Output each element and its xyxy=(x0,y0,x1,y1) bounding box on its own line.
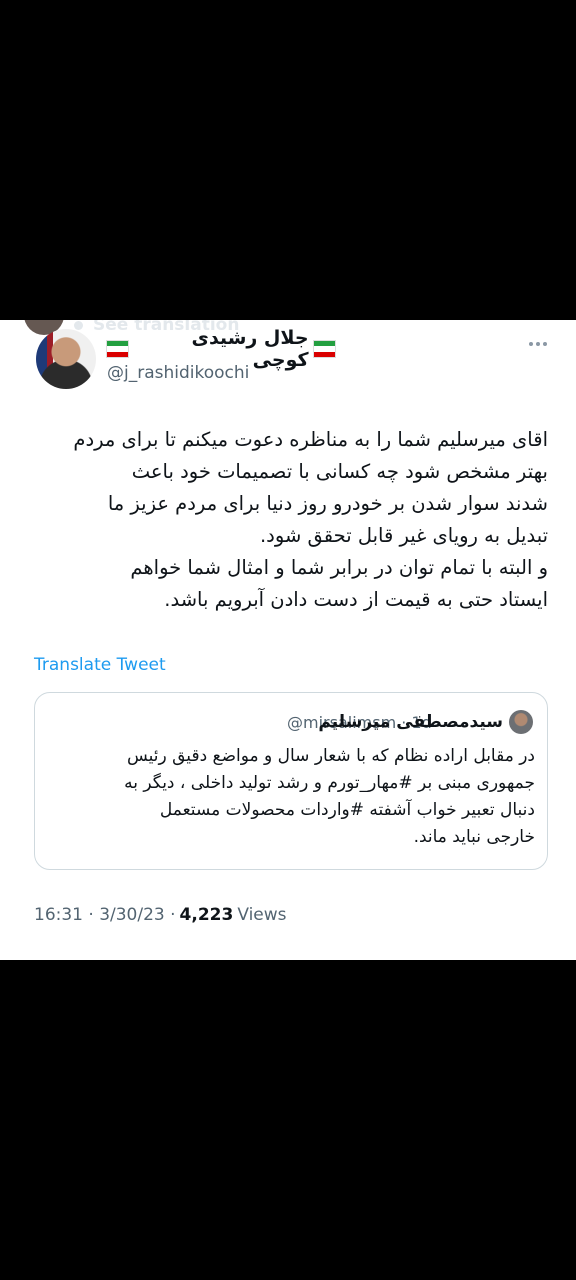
quoted-avatar xyxy=(509,710,533,734)
author-display-name[interactable]: جلال رشیدی کوچی xyxy=(106,327,336,371)
tweet-line: اقای میرسلیم شما را به مناظره دعوت میکنم… xyxy=(73,428,548,451)
author-handle[interactable]: @j_rashidikoochi xyxy=(107,363,249,383)
quoted-line: دنبال تعبیر خواب آشفته #واردات محصولات م… xyxy=(159,800,535,820)
tweet-timestamp[interactable]: 16:31 · 3/30/23 · xyxy=(34,905,176,925)
quoted-line: در مقابل اراده نظام که با شعار سال و موا… xyxy=(126,746,535,766)
quoted-line: خارجی نباید ماند. xyxy=(413,827,535,847)
tweet-text: اقای میرسلیم شما را به مناظره دعوت میکنم… xyxy=(40,424,548,616)
author-avatar[interactable] xyxy=(36,329,96,389)
dot-icon xyxy=(74,320,83,330)
tweet-card: See translation جلال رشیدی کوچی @j_rashi… xyxy=(0,320,576,960)
tweet-line: ایستاد حتی به قیمت از دست دادن آبرویم با… xyxy=(164,588,548,611)
quoted-tweet[interactable]: @mirsalimsm · 1d سیدمصطفی میرسلیم در مقا… xyxy=(34,692,548,870)
views-count: 4,223 xyxy=(179,905,234,925)
views-label: Views xyxy=(237,905,287,925)
quoted-line: جمهوری مبنی بر #مهار_تورم و رشد تولید دا… xyxy=(124,773,535,793)
quoted-author-name: سیدمصطفی میرسلیم xyxy=(318,712,503,732)
translate-tweet-link[interactable]: Translate Tweet xyxy=(34,655,166,675)
tweet-line: تبدیل به رویای غیر قابل تحقق شود. xyxy=(259,524,548,547)
tweet-line: شدند سوار شدن بر خودرو روز دنیا برای مرد… xyxy=(107,492,548,515)
iran-flag-icon xyxy=(106,340,130,358)
tweet-meta: 16:31 · 3/30/23 · 4,223 Views xyxy=(34,905,287,925)
tweet-line: و البته با تمام توان در برابر شما و امثا… xyxy=(130,556,548,579)
more-options-icon[interactable] xyxy=(526,336,550,352)
tweet-line: بهتر مشخص شود چه کسانی با تصمیمات خود با… xyxy=(131,460,548,483)
iran-flag-icon xyxy=(312,340,336,358)
quoted-author: سیدمصطفی میرسلیم xyxy=(318,710,533,734)
quoted-text: در مقابل اراده نظام که با شعار سال و موا… xyxy=(49,743,535,851)
